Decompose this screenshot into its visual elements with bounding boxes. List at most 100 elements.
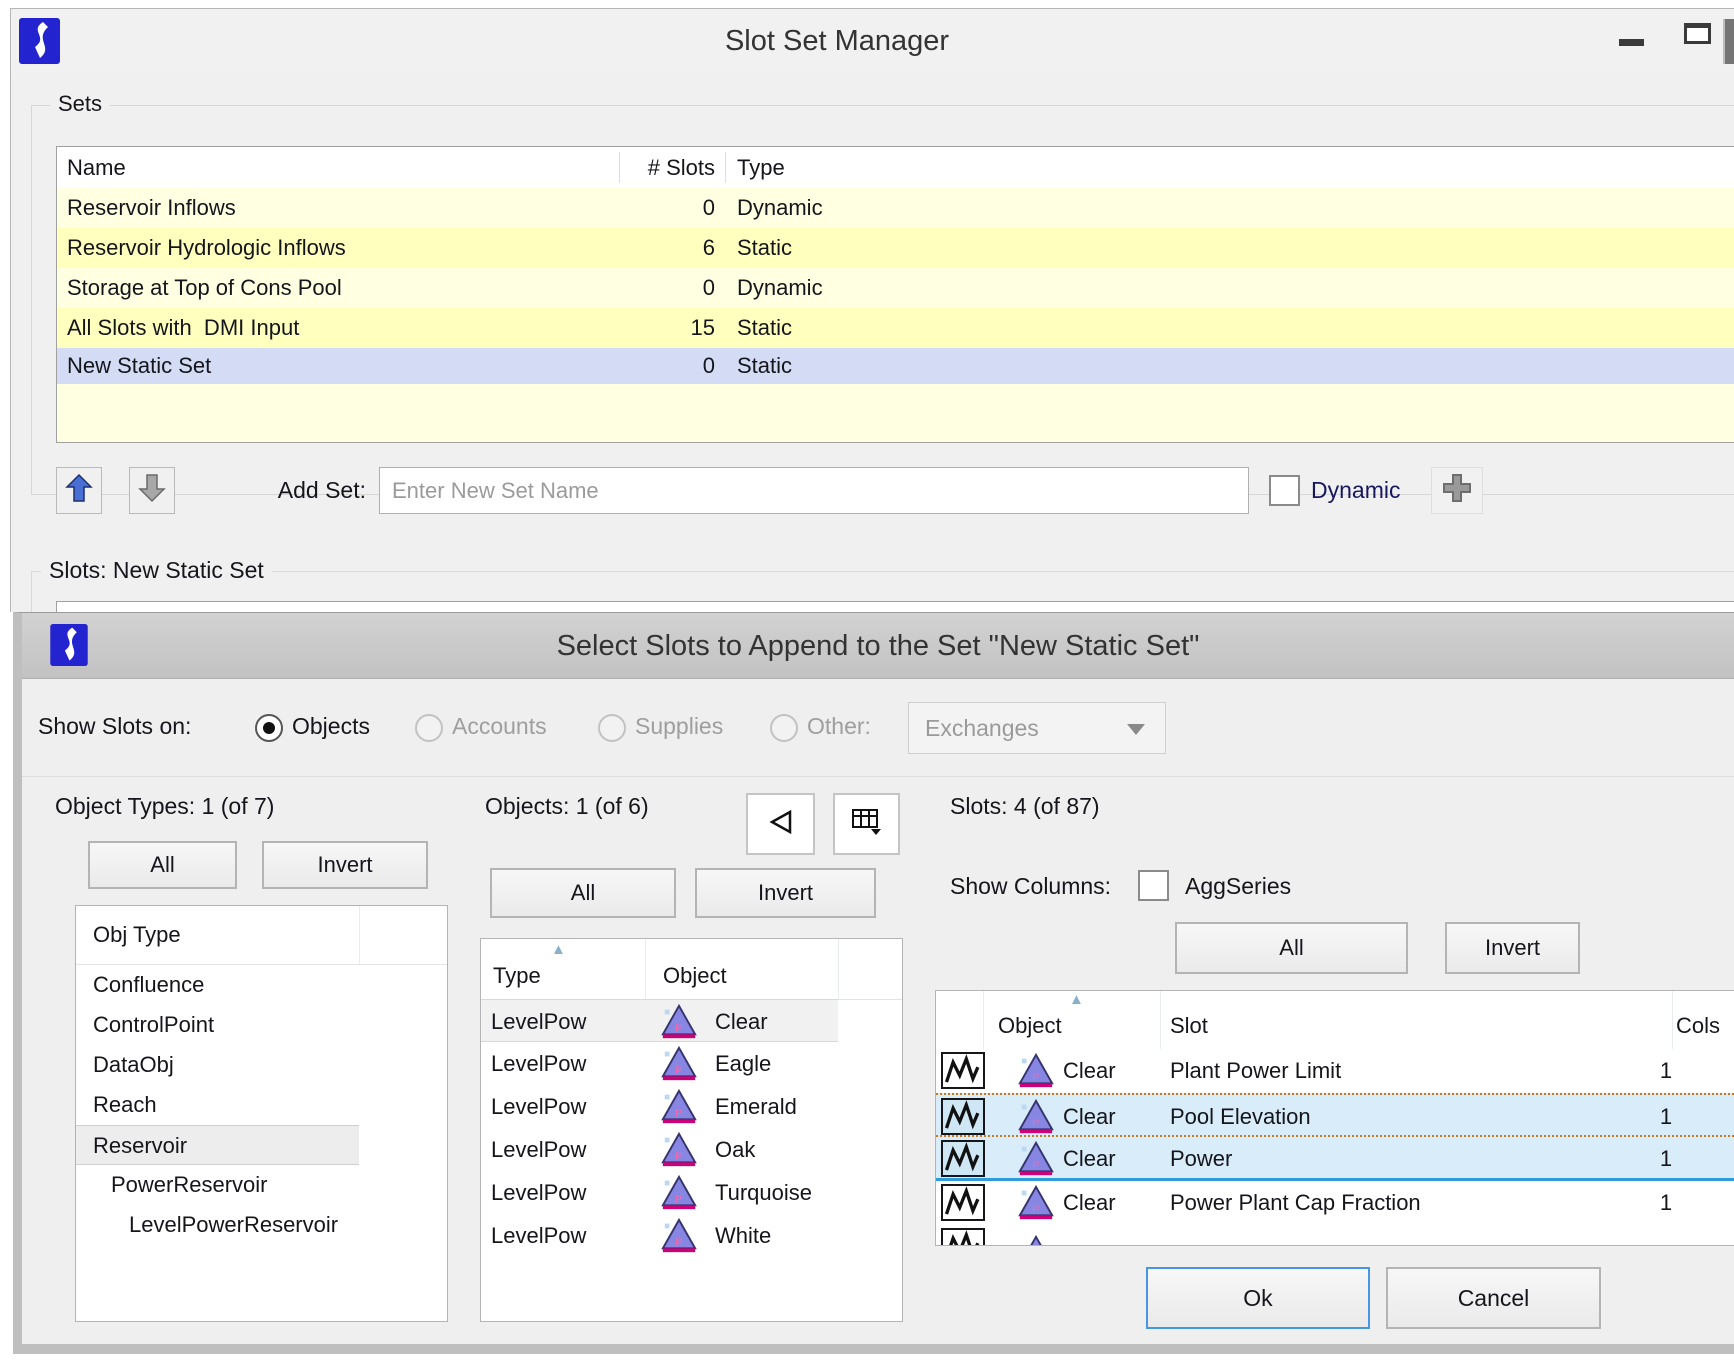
object-row[interactable]: LevelPow P Turquoise [481,1171,902,1214]
minimize-icon[interactable] [1619,39,1644,46]
maximize-icon[interactable] [1684,23,1711,44]
slot-set-manager-titlebar[interactable]: Slot Set Manager [11,9,1734,73]
button-label: Cancel [1458,1285,1530,1312]
plus-icon [1440,471,1474,510]
slots-header: Slots: 4 (of 87) [950,793,1100,820]
power-reservoir-icon: P [660,1217,698,1255]
button-label: All [150,852,174,878]
power-reservoir-icon: P [1017,1140,1055,1178]
sets-table-header[interactable]: Name # Slots Type [57,147,1734,189]
svg-text:P: P [675,1238,682,1249]
left-triangle-icon [766,808,796,841]
svg-text:P: P [675,1066,682,1077]
set-name: Reservoir Hydrologic Inflows [67,228,346,268]
dynamic-checkbox[interactable] [1269,475,1300,506]
object-row[interactable]: LevelPow P White [481,1214,902,1257]
set-row[interactable]: Storage at Top of Cons Pool 0 Dynamic [57,268,1734,308]
aggseries-label: AggSeries [1185,873,1291,900]
radio-accounts-label: Accounts [452,713,547,740]
slots-header-slot[interactable]: Slot [1170,1013,1208,1039]
slots-all-button[interactable]: All [1175,922,1408,974]
button-label: Invert [758,880,813,906]
power-reservoir-icon: P [1017,1184,1055,1222]
set-row-selected[interactable]: New Static Set 0 Static [57,348,1734,384]
set-name: New Static Set [67,348,211,384]
object-row[interactable]: LevelPow P Oak [481,1128,902,1171]
dialog-titlebar[interactable]: Select Slots to Append to the Set "New S… [22,613,1734,679]
dialog-title: Select Slots to Append to the Set "New S… [22,613,1734,679]
radio-objects[interactable] [255,714,283,742]
radio-other-label: Other: [807,713,871,740]
sets-table: Name # Slots Type Reservoir Inflows 0 Dy… [56,146,1734,443]
slot-row-selected[interactable]: P Clear Pool Elevation 1 [936,1093,1734,1137]
other-type-dropdown[interactable]: Exchanges [908,702,1166,754]
object-row[interactable]: LevelPow P Eagle [481,1042,902,1085]
objects-all-button[interactable]: All [490,868,676,918]
dynamic-checkbox-label: Dynamic [1311,467,1400,514]
object-types-invert-button[interactable]: Invert [262,841,428,889]
object-types-header: Object Types: 1 (of 7) [55,793,274,820]
power-reservoir-icon: P [660,1088,698,1126]
down-arrow-icon [137,472,167,509]
close-button-partial[interactable] [1723,19,1734,64]
aggseries-checkbox[interactable] [1138,870,1169,901]
object-type-row[interactable]: Confluence [76,965,447,1005]
sets-header-name[interactable]: Name [67,147,126,188]
object-type-row-selected[interactable]: Reservoir [76,1125,359,1165]
radio-accounts[interactable] [415,714,443,742]
object-type-row[interactable]: ControlPoint [76,1005,447,1045]
slots-invert-button[interactable]: Invert [1445,922,1580,974]
column-divider [983,991,984,1049]
radio-supplies[interactable] [598,714,626,742]
column-picker-button[interactable] [833,793,900,855]
show-columns-label: Show Columns: [950,873,1111,900]
object-type-row[interactable]: Reach [76,1085,447,1125]
slot-row[interactable]: P Clear Power Plant Cap Fraction 1 [936,1181,1734,1225]
slots-header-cols[interactable]: Cols [1676,1013,1720,1039]
objects-table-header[interactable]: ▲ Type Object [481,939,902,1000]
svg-text:P: P [675,1152,682,1163]
power-reservoir-icon [1017,1234,1055,1246]
add-set-button[interactable] [1431,467,1483,514]
add-set-input[interactable] [379,467,1249,514]
object-types-all-button[interactable]: All [88,841,237,889]
cancel-button[interactable]: Cancel [1386,1267,1601,1329]
table-columns-icon [851,808,883,841]
slot-row-selected[interactable]: P Clear Power 1 [936,1137,1734,1181]
window-title: Slot Set Manager [11,9,1663,73]
set-type: Dynamic [737,188,823,228]
radio-objects-label[interactable]: Objects [292,713,370,740]
slot-row[interactable]: P Clear Plant Power Limit 1 [936,1049,1734,1093]
set-row[interactable]: Reservoir Hydrologic Inflows 6 Static [57,228,1734,268]
move-set-up-button[interactable] [56,467,102,514]
radio-other[interactable] [770,714,798,742]
object-row-selected[interactable]: LevelPow P Clear [481,999,838,1042]
objects-invert-button[interactable]: Invert [695,868,876,918]
slot-row-partial[interactable] [936,1225,1734,1246]
objects-header-type[interactable]: Type [493,963,541,989]
column-divider [619,152,620,183]
sets-header-type[interactable]: Type [737,147,785,188]
objects-header-object[interactable]: Object [663,963,727,989]
svg-text:P: P [1032,1205,1039,1216]
object-type-row[interactable]: LevelPowerReservoir [76,1205,447,1245]
column-divider [359,906,360,964]
slots-table-header[interactable]: ▲ Object Slot Cols [936,991,1734,1049]
object-type-row[interactable]: PowerReservoir [76,1165,447,1205]
object-row[interactable]: LevelPow P Emerald [481,1085,902,1128]
power-reservoir-icon: P [660,1045,698,1083]
set-name: Reservoir Inflows [67,188,236,228]
set-name: Storage at Top of Cons Pool [67,268,342,308]
object-types-column-header[interactable]: Obj Type [76,906,447,965]
chevron-down-icon [1127,724,1145,735]
svg-text:P: P [675,1109,682,1120]
deselect-objects-button[interactable] [746,793,815,855]
add-set-label: Add Set: [191,467,366,514]
set-row[interactable]: All Slots with DMI Input 15 Static [57,308,1734,348]
set-row[interactable]: Reservoir Inflows 0 Dynamic [57,188,1734,228]
ok-button[interactable]: Ok [1146,1267,1370,1329]
move-set-down-button[interactable] [129,467,175,514]
sets-header-slots[interactable]: # Slots [580,147,715,188]
slots-header-object[interactable]: Object [998,1013,1062,1039]
object-type-row[interactable]: DataObj [76,1045,447,1085]
